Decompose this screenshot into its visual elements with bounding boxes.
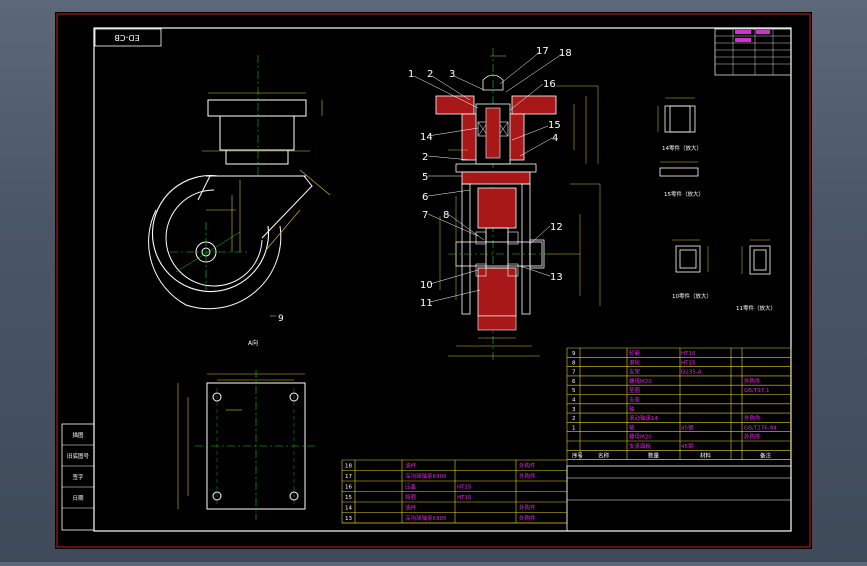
parts-header-no: 序号 (572, 451, 584, 459)
detail-label-10: 10零件（放大） (672, 292, 712, 300)
parts2-row-no: 17 (345, 474, 352, 480)
balloon-10: 10 (420, 280, 433, 291)
parts-row-no: 4 (572, 398, 576, 404)
stamp-label-3: 签字 (72, 473, 84, 481)
balloon-12: 12 (550, 222, 563, 233)
parts2-row-no: 15 (345, 495, 352, 501)
balloon-15: 15 (548, 120, 561, 131)
parts-row-note: 外购件 (744, 414, 761, 422)
parts2-row-note: 外购件 (519, 472, 536, 480)
drawing-paper (55, 12, 812, 549)
balloon-9: 9 (278, 314, 284, 324)
drawing-canvas: ED-CB 描图 旧底图号 签字 日期 9 A向 1 2 3 17 18 16 … (55, 12, 812, 549)
parts2-row-note: 外购件 (519, 462, 536, 470)
parts-row-name: 滚轮 (629, 358, 641, 366)
parts-row-name: 轴 (629, 423, 635, 431)
balloon-5: 5 (422, 172, 428, 183)
parts2-row-name: 深沟球轴承6306 (405, 472, 447, 480)
parts2-row-note: 外购件 (519, 504, 536, 512)
stamp-label-2: 旧底图号 (67, 452, 90, 460)
parts2-row-no: 18 (345, 464, 352, 470)
parts2-row-name: 油杯 (405, 504, 417, 512)
parts2-row-note: 外购件 (519, 514, 536, 522)
balloon-14: 14 (420, 132, 433, 143)
side-view-label: A向 (248, 339, 258, 347)
parts-row-note: 外购件 (744, 377, 761, 385)
parts-row-no: 9 (572, 351, 576, 357)
balloon-8: 8 (443, 210, 449, 221)
balloon-11: 11 (420, 298, 433, 309)
parts-row-material: Q235-A (681, 370, 702, 376)
parts2-row-name: 深沟球轴承6305 (405, 514, 447, 522)
parts-header-name: 名称 (598, 451, 610, 459)
parts-row-name: 螺母M20 (629, 433, 652, 441)
stamp-label-1: 描图 (72, 431, 84, 439)
balloon-4: 4 (552, 133, 558, 144)
parts2-row-no: 13 (345, 516, 352, 522)
parts-row-material: HT15 (681, 360, 696, 366)
parts-row-name: 支架 (629, 368, 641, 376)
detail-label-11: 11零件（放大） (736, 304, 776, 312)
parts-row-name: 滚动轴承14 (629, 414, 658, 422)
parts-row-name: 轮毂 (629, 349, 641, 357)
balloon-13: 13 (550, 272, 563, 283)
balloon-16: 16 (543, 79, 556, 90)
parts-row-no: 7 (572, 370, 576, 376)
parts-row-no: 5 (572, 388, 576, 394)
parts-row-no: 2 (572, 416, 576, 422)
parts-row-no: 6 (572, 379, 576, 385)
balloon-2: 2 (427, 69, 433, 80)
parts2-row-name: 油杯 (405, 462, 417, 470)
parts-row-name: 支座 (629, 396, 641, 404)
balloon-1: 1 (408, 69, 414, 80)
parts-row-note: 外购件 (744, 433, 761, 441)
parts-row-material: 45钢 (681, 442, 694, 450)
parts-header-qty: 数量 (648, 451, 660, 459)
parts-header-note: 备注 (760, 451, 772, 459)
parts-row-material: 45钢 (681, 423, 694, 431)
parts-row-no: 8 (572, 360, 576, 366)
parts-row-name: 螺母M20 (629, 377, 652, 385)
parts-row-no: 3 (572, 407, 576, 413)
detail-label-15: 15零件（放大） (664, 190, 704, 198)
detail-label-14: 14零件（放大） (662, 144, 702, 152)
parts2-row-name: 压盖 (405, 483, 417, 491)
drawing-number: ED-CB (114, 33, 139, 42)
parts2-row-material: HT15 (457, 485, 472, 491)
balloon-7: 7 (422, 210, 428, 221)
parts2-row-material: HT15 (457, 495, 472, 501)
parts-row-note: GB/T276-94 (744, 425, 777, 431)
parts-row-name: 支承面板 (629, 442, 652, 450)
parts-row-name: 垫圈 (629, 386, 641, 394)
balloon-3: 3 (449, 69, 455, 80)
parts-row-note: GB/T97.1 (744, 388, 770, 394)
cad-viewport[interactable]: ED-CB 描图 旧底图号 签字 日期 9 A向 1 2 3 17 18 16 … (0, 0, 867, 562)
parts-row-no: 1 (572, 425, 576, 431)
balloon-18: 18 (559, 48, 572, 59)
stamp-label-4: 日期 (72, 495, 84, 502)
balloon-2b: 2 (422, 152, 428, 163)
parts-row-name: 轴 (629, 405, 635, 413)
parts2-row-no: 14 (345, 506, 352, 512)
parts2-row-no: 16 (345, 485, 352, 491)
balloon-6: 6 (422, 192, 428, 203)
balloon-17: 17 (536, 46, 549, 57)
parts-row-material: HT15 (681, 351, 696, 357)
parts2-row-name: 挡圈 (405, 493, 417, 501)
parts-header-material: 材料 (700, 451, 712, 459)
